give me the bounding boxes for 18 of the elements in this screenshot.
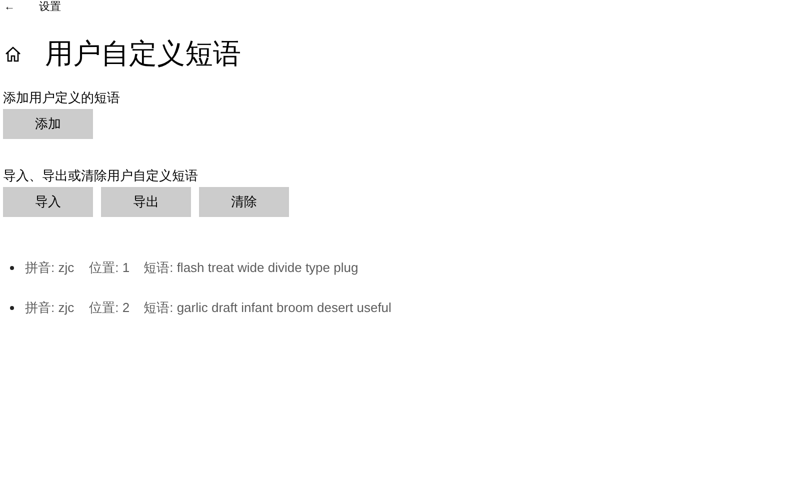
section-label: 导入、导出或清除用户自定义短语 <box>3 167 199 185</box>
bullet-icon <box>10 266 14 270</box>
action-button[interactable]: 清除 <box>199 187 289 217</box>
pinyin-text: 拼音: zjc <box>25 259 74 277</box>
app-title: 设置 <box>39 0 61 14</box>
page-title: 用户自定义短语 <box>45 37 241 71</box>
position-text: 位置: 1 <box>89 259 130 277</box>
pinyin-text: 拼音: zjc <box>25 299 74 317</box>
position-text: 位置: 2 <box>89 299 130 317</box>
action-button[interactable]: 导出 <box>101 187 191 217</box>
phrase-text: 短语: flash treat wide divide type plug <box>144 259 358 277</box>
action-button[interactable]: 导入 <box>3 187 93 217</box>
action-button[interactable]: 添加 <box>3 109 93 139</box>
section-label: 添加用户定义的短语 <box>3 89 121 107</box>
bullet-icon <box>10 306 14 310</box>
home-icon[interactable] <box>4 45 22 63</box>
back-arrow[interactable]: ← <box>4 0 15 14</box>
phrase-text: 短语: garlic draft infant broom desert useful <box>144 299 392 317</box>
